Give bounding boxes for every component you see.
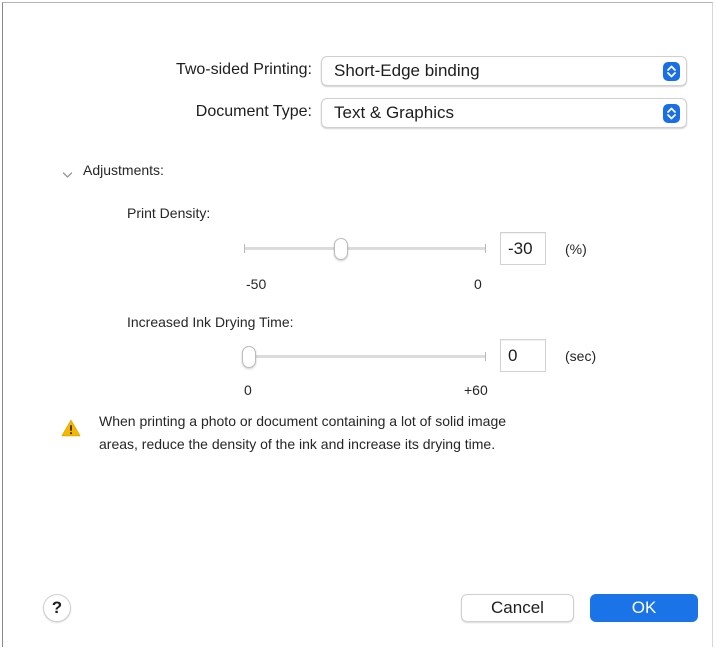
- print-density-label: Print Density:: [127, 205, 211, 221]
- ok-button[interactable]: OK: [590, 594, 698, 622]
- document-type-label: Document Type:: [195, 103, 312, 120]
- slider-min-tick: [244, 244, 245, 253]
- slider-max-tick: [485, 244, 486, 253]
- print-density-slider-track[interactable]: [244, 247, 486, 250]
- slider-max-tick: [485, 352, 486, 361]
- drying-time-max-label: +60: [464, 382, 488, 398]
- print-density-input[interactable]: -30: [500, 232, 546, 265]
- popup-stepper-icon: [663, 62, 680, 81]
- drying-time-input[interactable]: 0: [500, 339, 546, 372]
- document-type-value: Text & Graphics: [334, 103, 454, 122]
- adjustments-label: Adjustments:: [83, 162, 164, 178]
- popup-stepper-icon: [663, 104, 680, 123]
- print-density-max-label: 0: [474, 276, 482, 292]
- cancel-button[interactable]: Cancel: [461, 594, 574, 622]
- warning-triangle-icon: [61, 419, 81, 442]
- two-sided-printing-value: Short-Edge binding: [334, 61, 480, 80]
- print-density-min-label: -50: [246, 276, 267, 292]
- print-density-unit: (%): [565, 241, 587, 257]
- chevron-down-icon: [62, 166, 73, 184]
- drying-time-label: Increased Ink Drying Time:: [127, 314, 294, 330]
- two-sided-printing-label: Two-sided Printing:: [175, 61, 312, 78]
- drying-time-min-label: 0: [244, 382, 252, 398]
- help-button[interactable]: ?: [43, 594, 71, 622]
- document-type-popup[interactable]: Text & Graphics: [321, 98, 687, 128]
- warning-text-line1: When printing a photo or document contai…: [99, 413, 507, 429]
- drying-time-unit: (sec): [565, 348, 597, 364]
- drying-time-slider-knob[interactable]: [242, 346, 256, 368]
- drying-time-slider-track[interactable]: [244, 355, 486, 358]
- print-density-slider-knob[interactable]: [333, 238, 348, 260]
- two-sided-printing-popup[interactable]: Short-Edge binding: [321, 56, 687, 86]
- warning-text-line2: areas, reduce the density of the ink and…: [99, 436, 496, 452]
